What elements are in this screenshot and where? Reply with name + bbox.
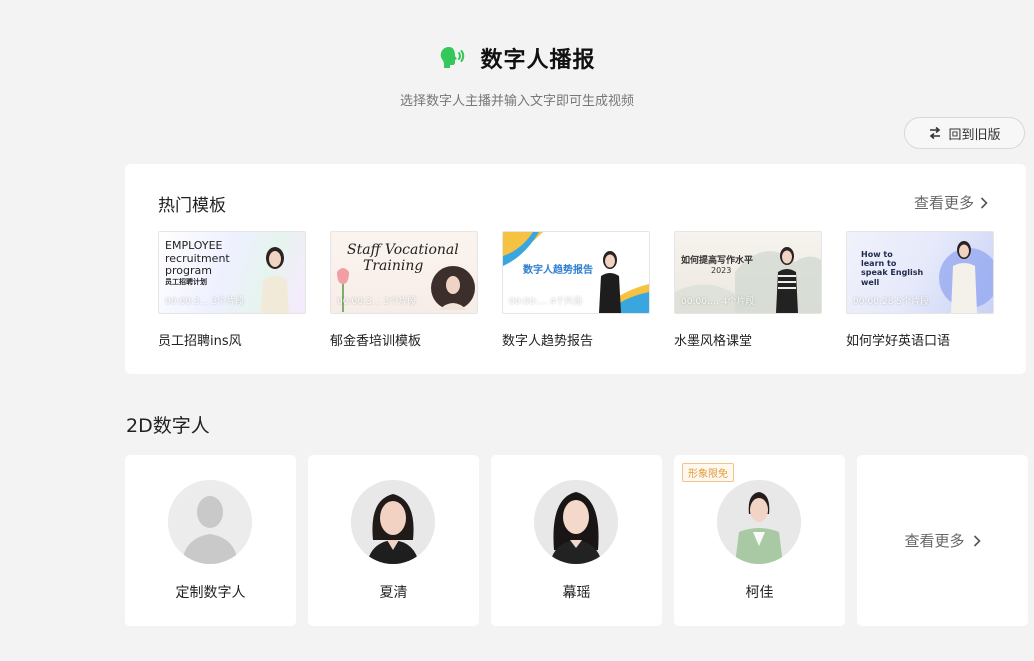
thumb-text: program (165, 264, 212, 278)
page-title: 数字人播报 (480, 48, 596, 73)
avatars-section-title: 2D数字人 (126, 415, 210, 437)
thumb-text: speak English (861, 268, 924, 278)
more-label: 查看更多 (913, 194, 974, 212)
thumb-text: 员工招聘计划 (165, 277, 207, 286)
presenter-figure (599, 251, 621, 313)
thumb-text: 数字人趋势报告 (523, 265, 593, 276)
thumb-text: 2023 (711, 266, 732, 276)
avatar (351, 480, 435, 564)
presenter-portrait (534, 480, 618, 564)
template-duration: 00:00:3… 3个片段 (337, 297, 417, 307)
avatar (168, 480, 252, 564)
page-header: 数字人播报 (0, 42, 1034, 74)
hot-templates-more-link[interactable]: 查看更多 (914, 192, 988, 213)
template-name: 数字人趋势报告 (502, 334, 594, 349)
back-button-label: 回到旧版 (948, 127, 1001, 143)
page-subtitle: 选择数字人主播并输入文字即可生成视频 (399, 94, 634, 109)
avatar-name: 夏清 (379, 585, 408, 601)
hot-templates-panel: 热门模板 查看更多 EMPLOYEE recruitment program 员… (125, 164, 1026, 374)
template-list: EMPLOYEE recruitment program 员工招聘计划 00:0… (158, 231, 994, 349)
template-duration: 00:00:… 4个片段 (681, 297, 755, 307)
presenter-figure (776, 247, 798, 313)
avatar-name: 定制数字人 (175, 585, 246, 601)
avatar (717, 480, 801, 564)
avatar (534, 480, 618, 564)
template-name: 如何学好英语口语 (846, 334, 951, 349)
avatar-name: 幕瑶 (562, 585, 591, 601)
thumb-text: EMPLOYEE (165, 239, 223, 252)
template-card[interactable]: EMPLOYEE recruitment program 员工招聘计划 00:0… (158, 231, 306, 349)
person-placeholder-icon (168, 480, 252, 564)
presenter-figure (431, 266, 475, 310)
thumb-text: 如何提高写作水平 (681, 256, 754, 266)
template-name: 员工招聘ins风 (158, 334, 242, 349)
back-to-old-version-button[interactable]: 回到旧版 (904, 117, 1025, 149)
speaking-head-icon (441, 47, 465, 68)
template-name: 水墨风格课堂 (674, 334, 753, 349)
template-duration: 00:00:28 5个片段 (853, 297, 930, 307)
template-name: 郁金香培训模板 (330, 334, 422, 349)
swap-arrows-icon (930, 126, 941, 140)
thumb-text: Staff Vocational (347, 242, 459, 258)
hot-templates-title: 热门模板 (158, 196, 226, 216)
template-thumbnail: EMPLOYEE recruitment program 员工招聘计划 00:0… (158, 231, 306, 314)
presenter-figure (261, 247, 289, 313)
chevron-right-icon (980, 196, 988, 209)
more-label: 查看更多 (904, 532, 965, 550)
avatar-card-muyao[interactable]: 幕瑶 (491, 455, 662, 626)
thumb-text: learn to (861, 259, 897, 269)
presenter-portrait (717, 480, 801, 564)
template-thumbnail: 数字人趋势报告 00:00:… 4个片段 (502, 231, 650, 314)
presenter-portrait (351, 480, 435, 564)
template-thumbnail: How to learn to speak English well 00:00… (846, 231, 994, 314)
template-card[interactable]: 如何提高写作水平 2023 00:00:… 4个片段 水墨风格课堂 (674, 231, 822, 349)
avatar-name: 柯佳 (745, 585, 774, 601)
avatars-more-link[interactable]: 查看更多 (857, 455, 1028, 626)
template-duration: 00:00:… 4个片段 (509, 297, 583, 307)
avatar-card-custom[interactable]: 定制数字人 (125, 455, 296, 626)
avatar-card-kejia[interactable]: 形象限免 柯佳 (674, 455, 845, 626)
template-thumbnail: Staff Vocational Training 00:00:3… 3个片段 (330, 231, 478, 314)
avatar-list: 定制数字人 夏清 幕瑶 形象限免 柯佳 查看更多 (125, 455, 1028, 626)
avatar-card-xiaqing[interactable]: 夏清 (308, 455, 479, 626)
chevron-right-icon (973, 534, 981, 547)
limited-free-badge: 形象限免 (682, 463, 734, 482)
template-card[interactable]: Staff Vocational Training 00:00:3… 3个片段 … (330, 231, 478, 349)
template-card[interactable]: 数字人趋势报告 00:00:… 4个片段 数字人趋势报告 (502, 231, 650, 349)
thumb-text: How to (861, 250, 893, 259)
template-card[interactable]: How to learn to speak English well 00:00… (846, 231, 994, 349)
presenter-figure (951, 241, 977, 313)
template-thumbnail: 如何提高写作水平 2023 00:00:… 4个片段 (674, 231, 822, 314)
thumb-text: well (861, 277, 880, 287)
template-duration: 00:00:3… 3个片段 (165, 297, 245, 307)
